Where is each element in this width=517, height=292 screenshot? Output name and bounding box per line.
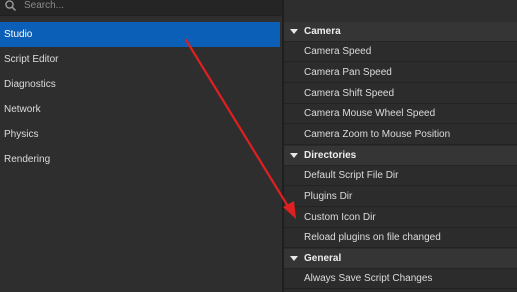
sidebar: Studio Script Editor Diagnostics Network… <box>0 22 282 292</box>
collapse-arrow-icon[interactable] <box>290 256 298 261</box>
setting-row[interactable]: Camera Speed <box>284 42 517 62</box>
setting-label: Always Save Script Changes <box>304 273 433 284</box>
sidebar-item-rendering[interactable]: Rendering <box>0 147 280 172</box>
search-icon <box>5 0 17 12</box>
setting-label: Camera Shift Speed <box>304 88 395 99</box>
setting-label: Plugins Dir <box>304 191 353 202</box>
sidebar-item-network[interactable]: Network <box>0 97 280 122</box>
setting-label: Camera Zoom to Mouse Position <box>304 129 451 140</box>
setting-label: Camera Speed <box>304 46 372 57</box>
search-bar[interactable]: Search... <box>0 0 282 16</box>
setting-row[interactable]: Always Save Script Changes <box>284 269 517 289</box>
setting-row[interactable]: Custom Icon Dir <box>284 208 517 228</box>
sidebar-item-diagnostics[interactable]: Diagnostics <box>0 72 280 97</box>
setting-row[interactable]: Camera Zoom to Mouse Position <box>284 125 517 145</box>
sidebar-item-studio[interactable]: Studio <box>0 22 280 47</box>
collapse-arrow-icon[interactable] <box>290 29 298 34</box>
setting-row[interactable]: Camera Shift Speed <box>284 84 517 104</box>
setting-row[interactable]: Camera Mouse Wheel Speed <box>284 104 517 124</box>
setting-row[interactable]: Camera Pan Speed <box>284 63 517 83</box>
search-input[interactable]: Search... <box>24 0 64 12</box>
setting-row[interactable]: Reload plugins on file changed <box>284 228 517 248</box>
setting-label: Custom Icon Dir <box>304 212 376 223</box>
sidebar-item-physics[interactable]: Physics <box>0 122 280 147</box>
section-title: General <box>304 253 342 264</box>
setting-row[interactable]: Default Script File Dir <box>284 166 517 186</box>
setting-label: Default Script File Dir <box>304 170 399 181</box>
section-title: Camera <box>304 26 341 37</box>
setting-label: Camera Pan Speed <box>304 67 392 78</box>
section-camera[interactable]: Camera <box>284 22 517 42</box>
setting-row[interactable]: Plugins Dir <box>284 187 517 207</box>
setting-label: Camera Mouse Wheel Speed <box>304 108 436 119</box>
collapse-arrow-icon[interactable] <box>290 153 298 158</box>
setting-label: Reload plugins on file changed <box>304 232 441 243</box>
section-general[interactable]: General <box>284 249 517 269</box>
section-directories[interactable]: Directories <box>284 146 517 166</box>
section-title: Directories <box>304 150 357 161</box>
sidebar-item-script-editor[interactable]: Script Editor <box>0 47 280 72</box>
settings-panel: Camera Camera Speed Camera Pan Speed Cam… <box>284 22 517 292</box>
